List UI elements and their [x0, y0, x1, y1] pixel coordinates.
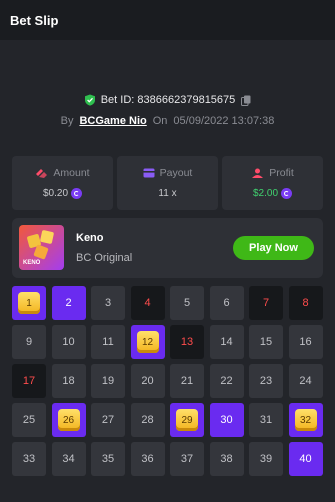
game-card: KENO Keno BC Original Play Now [12, 218, 323, 278]
keno-cell: 20 [130, 364, 165, 398]
bet-id-row: Bet ID: 8386662379815675 [0, 94, 335, 106]
coin-icon [71, 188, 83, 199]
profit-icon [252, 168, 264, 178]
stat-payout-label: Payout [159, 167, 193, 179]
keno-cell: 9 [12, 325, 46, 359]
game-subtitle: BC Original [76, 252, 133, 264]
thumb-label: KENO [23, 260, 41, 266]
keno-cell: 26 [51, 403, 86, 437]
keno-cell: 21 [170, 364, 204, 398]
keno-cell: 32 [288, 403, 323, 437]
keno-grid: 1 2 3 4 5 6 7 8 9 10 11 12 13 14 15 16 17 18 19 20 21 22 23 24 2… [12, 286, 323, 476]
gem-icon: 29 [176, 409, 198, 431]
keno-cell: 10 [51, 325, 86, 359]
keno-cell: 31 [249, 403, 283, 437]
stat-amount: Amount $0.20 [12, 156, 113, 210]
amount-icon [36, 168, 48, 178]
bet-id: Bet ID: 8386662379815675 [100, 94, 236, 106]
keno-cell: 33 [12, 442, 46, 476]
keno-cell: 24 [288, 364, 323, 398]
keno-thumbnail: KENO [19, 225, 64, 270]
gem-icon: 1 [18, 292, 40, 314]
bet-author-row: By BCGame Nio On 05/09/2022 13:07:38 [0, 115, 335, 127]
keno-cell: 3 [91, 286, 125, 320]
user-link[interactable]: BCGame Nio [79, 115, 146, 127]
keno-cell: 27 [91, 403, 125, 437]
keno-cell: 28 [130, 403, 165, 437]
keno-cell: 13 [170, 325, 204, 359]
stat-payout-value: 11 x [158, 188, 177, 199]
gem-icon: 12 [136, 331, 159, 353]
keno-cell: 5 [170, 286, 204, 320]
header-title: Bet Slip [10, 12, 59, 28]
keno-cell: 25 [12, 403, 46, 437]
keno-cell: 6 [209, 286, 244, 320]
keno-cell: 34 [51, 442, 86, 476]
shield-check-icon [84, 94, 95, 106]
keno-cell: 37 [170, 442, 204, 476]
keno-cell: 22 [209, 364, 244, 398]
keno-cell: 29 [170, 403, 204, 437]
on-label: On [152, 115, 168, 127]
keno-cell: 16 [288, 325, 323, 359]
keno-cell: 12 [130, 325, 165, 359]
keno-cell: 38 [209, 442, 244, 476]
stat-profit: Profit $2.00 [222, 156, 323, 210]
keno-cell: 14 [209, 325, 244, 359]
gem-icon: 32 [294, 409, 317, 431]
keno-cell: 19 [91, 364, 125, 398]
card-icon [143, 168, 155, 178]
keno-cell: 8 [288, 286, 323, 320]
copy-icon[interactable] [241, 95, 251, 106]
keno-cell: 11 [91, 325, 125, 359]
stat-profit-label: Profit [269, 167, 294, 179]
gem-icon: 26 [57, 409, 80, 431]
stat-amount-value: $0.20 [42, 188, 69, 199]
play-now-button[interactable]: Play Now [233, 236, 314, 260]
stat-profit-value: $2.00 [252, 188, 279, 199]
stat-amount-label: Amount [53, 167, 90, 179]
keno-cell: 18 [51, 364, 86, 398]
keno-cell: 23 [249, 364, 283, 398]
keno-cell: 2 [51, 286, 86, 320]
keno-cell: 15 [249, 325, 283, 359]
stat-payout: Payout 11 x [117, 156, 218, 210]
bet-datetime: 05/09/2022 13:07:38 [173, 115, 275, 127]
keno-cell: 17 [12, 364, 46, 398]
keno-cell: 7 [249, 286, 283, 320]
keno-cell: 40 [288, 442, 323, 476]
bet-slip-header: Bet Slip [0, 0, 335, 40]
keno-cell: 30 [209, 403, 244, 437]
keno-cell: 36 [130, 442, 165, 476]
game-name: Keno [76, 232, 104, 244]
keno-cell: 35 [91, 442, 125, 476]
keno-cell: 39 [249, 442, 283, 476]
by-label: By [60, 115, 74, 127]
keno-cell: 1 [12, 286, 46, 320]
keno-cell: 4 [130, 286, 165, 320]
bet-stats: Amount $0.20 Payout 11 x Profit $2.00 [12, 156, 323, 210]
coin-icon [281, 188, 293, 199]
